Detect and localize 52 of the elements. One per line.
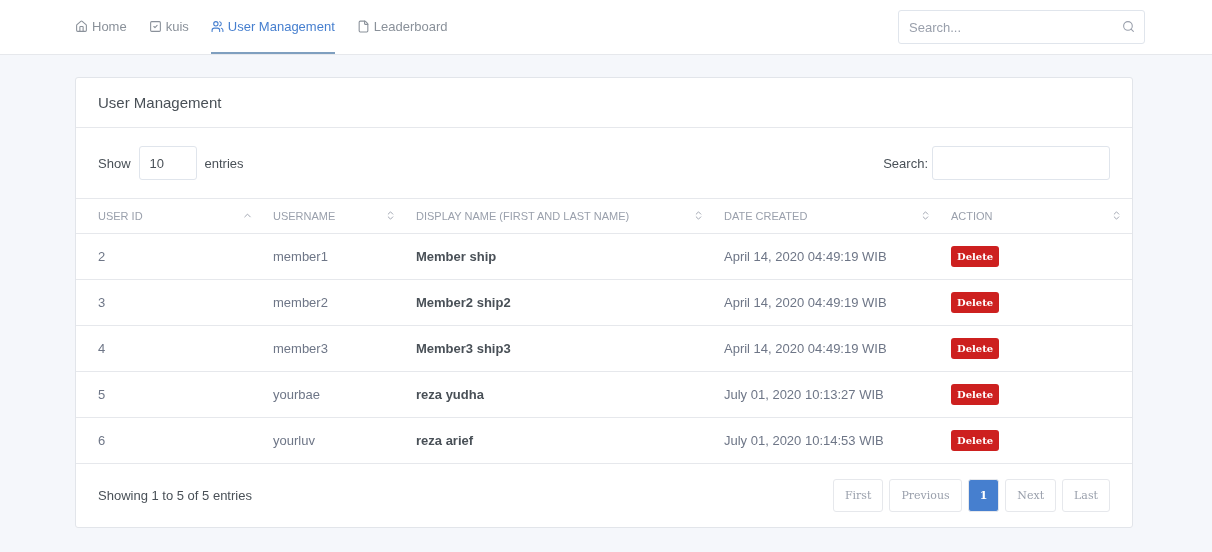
nav-tab[interactable]: User Management <box>210 0 335 54</box>
table-cell: 2 <box>76 233 263 279</box>
search-label: Search: <box>883 155 928 171</box>
column-header[interactable]: DISPLAY NAME (FIRST AND LAST NAME) <box>406 199 714 233</box>
page-button[interactable]: Next <box>1005 478 1057 512</box>
table-cell: April 14, 2020 04:49:19 WIB <box>714 233 941 279</box>
table-search-field[interactable] <box>932 146 1110 180</box>
table-cell: 3 <box>76 279 263 325</box>
nav-tab[interactable]: kuis <box>148 0 189 54</box>
page-button[interactable]: 1 <box>967 478 1000 512</box>
search-icon <box>1122 20 1135 33</box>
nav-tab[interactable]: Home <box>75 0 127 54</box>
table-cell: July 01, 2020 10:13:27 WIB <box>714 371 941 417</box>
delete-button[interactable]: Delete <box>951 245 1000 267</box>
card-title: User Management <box>98 94 222 111</box>
entries-select[interactable]: 10 <box>138 146 197 180</box>
page-button[interactable]: Last <box>1062 478 1110 512</box>
table-cell: July 01, 2020 10:14:53 WIB <box>714 417 941 463</box>
nav-tab[interactable]: Leaderboard <box>356 0 448 54</box>
file-icon <box>356 19 370 33</box>
table-cell: April 14, 2020 04:49:19 WIB <box>714 279 941 325</box>
search-field[interactable]: Search... <box>898 10 1145 44</box>
table-cell: reza arief <box>406 417 714 463</box>
table-cell: yourbae <box>263 371 406 417</box>
table-cell: 4 <box>76 325 263 371</box>
checkbox-icon <box>148 19 162 33</box>
column-header[interactable]: ACTION <box>941 199 1132 233</box>
table-cell: Member ship <box>406 233 714 279</box>
delete-button[interactable]: Delete <box>951 429 1000 451</box>
table-cell: 6 <box>76 417 263 463</box>
table-cell: member1 <box>263 233 406 279</box>
delete-button[interactable]: Delete <box>951 291 1000 313</box>
table-cell: reza yudha <box>406 371 714 417</box>
page-button[interactable]: First <box>832 478 884 512</box>
page-button[interactable]: Previous <box>889 478 962 512</box>
delete-button[interactable]: Delete <box>951 337 1000 359</box>
table-cell: Member3 ship3 <box>406 325 714 371</box>
show-label: Show <box>98 155 131 171</box>
column-header[interactable]: DATE CREATED <box>714 199 941 233</box>
table-cell: member2 <box>263 279 406 325</box>
table-cell: member3 <box>263 325 406 371</box>
delete-button[interactable]: Delete <box>951 383 1000 405</box>
entries-label: entries <box>204 155 244 171</box>
home-icon <box>75 19 88 33</box>
table-cell: yourluv <box>263 417 406 463</box>
table-cell: Member2 ship2 <box>406 279 714 325</box>
table-info: Showing 1 to 5 of 5 entries <box>98 487 252 503</box>
table-cell: 5 <box>76 371 263 417</box>
column-header[interactable]: USERNAME <box>263 199 406 233</box>
table-cell: April 14, 2020 04:49:19 WIB <box>714 325 941 371</box>
column-header[interactable]: USER ID <box>76 199 263 233</box>
users-icon <box>210 19 224 33</box>
